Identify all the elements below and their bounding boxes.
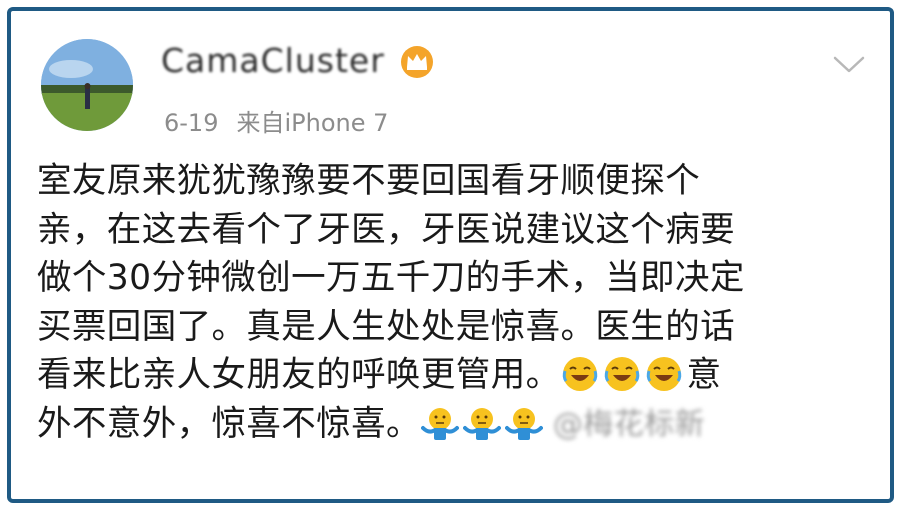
laughing-tears-emoji-icon	[645, 355, 683, 393]
post-content: 室友原来犹犹豫豫要不要回国看牙顺便探个 亲，在这去看个了牙医，牙医说建议这个病要…	[37, 157, 877, 448]
crown-icon	[399, 45, 435, 79]
watermark: @梅花标新	[552, 406, 705, 442]
content-line: 亲，在这去看个了牙医，牙医说建议这个病要	[37, 209, 735, 250]
laughing-tears-emoji-icon	[603, 355, 641, 393]
content-text: 看来比亲人女朋友的呼唤更管用。	[37, 355, 561, 395]
weibo-post-card: CamaCluster 6-19 来自iPhone 7 室友原来犹犹豫豫要不要回国…	[7, 7, 894, 503]
content-line-with-emoji: 看来比亲人女朋友的呼唤更管用。 意	[37, 351, 877, 400]
chevron-down-icon[interactable]	[831, 53, 867, 75]
user-avatar[interactable]	[41, 39, 133, 131]
content-line: 室友原来犹犹豫豫要不要回国看牙顺便探个	[37, 161, 701, 201]
content-text: 意	[686, 355, 722, 395]
content-line-with-emoji: 外不意外，惊喜不惊喜。 @梅花标新	[37, 400, 877, 449]
post-date[interactable]: 6-19	[164, 109, 218, 137]
content-text: 外不意外，惊喜不惊喜。	[37, 403, 421, 444]
username[interactable]: CamaCluster	[161, 41, 385, 80]
content-line: 做个30分钟微创一万五千刀的手术，当即决定	[37, 258, 745, 298]
content-line: 买票回国了。真是人生处处是惊喜。医生的话	[37, 306, 735, 347]
shrug-emoji-icon	[420, 404, 459, 442]
shrug-emoji-icon	[504, 404, 543, 442]
post-source: 来自iPhone 7	[236, 109, 389, 137]
shrug-emoji-icon	[462, 404, 501, 442]
post-meta: 6-19 来自iPhone 7	[164, 103, 388, 138]
laughing-tears-emoji-icon	[561, 355, 599, 393]
